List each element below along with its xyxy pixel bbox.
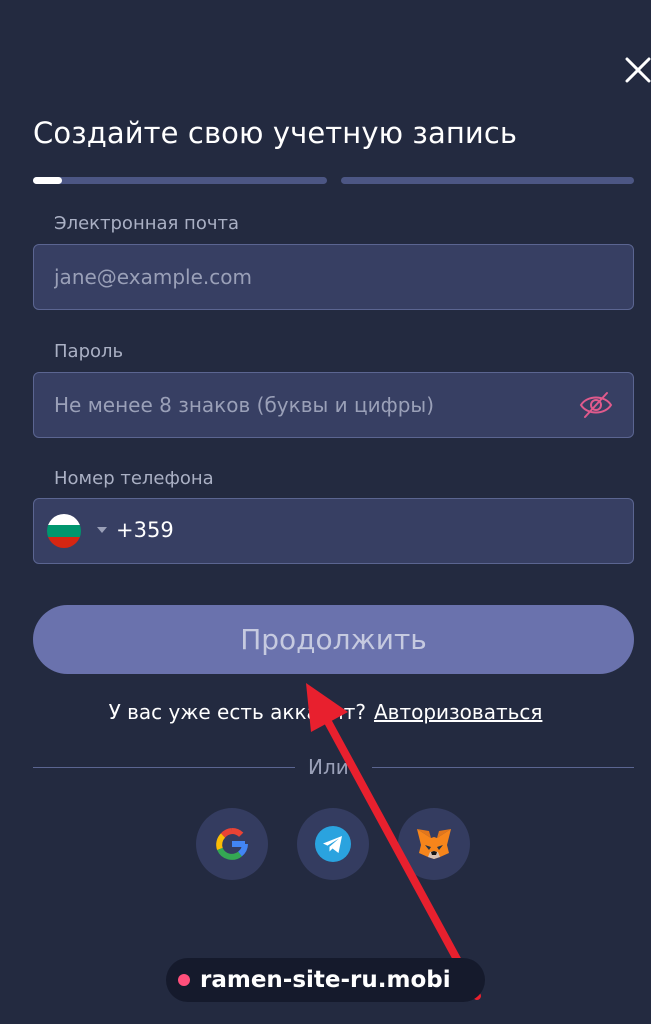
divider-left [33, 767, 295, 768]
password-field-container [33, 372, 634, 438]
progress-step-2 [341, 177, 634, 184]
or-text: Или [308, 755, 349, 779]
progress-step-1 [33, 177, 327, 184]
google-login-button[interactable] [196, 808, 268, 880]
login-prompt: У вас уже есть аккаунт? Авторизоваться [0, 700, 651, 724]
phone-label: Номер телефона [54, 468, 214, 489]
bulgaria-flag-icon[interactable] [47, 514, 81, 548]
email-field-container [33, 244, 634, 310]
close-icon[interactable] [624, 56, 651, 84]
email-label: Электронная почта [54, 213, 239, 234]
divider-right [372, 767, 634, 768]
login-link[interactable]: Авторизоваться [374, 700, 542, 724]
password-label: Пароль [54, 341, 124, 362]
telegram-icon [315, 826, 351, 862]
watermark-text: ramen-site-ru.mobi [200, 967, 451, 993]
phone-code[interactable]: +359 [116, 499, 174, 563]
progress-step-1-fill [33, 177, 63, 184]
email-field[interactable] [54, 245, 574, 309]
metamask-login-button[interactable] [398, 808, 470, 880]
chevron-down-icon[interactable] [97, 527, 107, 533]
telegram-login-button[interactable] [297, 808, 369, 880]
watermark-dot [178, 974, 190, 986]
metamask-icon [417, 829, 451, 859]
watermark: ramen-site-ru.mobi [166, 958, 485, 1002]
eye-off-icon[interactable] [579, 390, 613, 420]
phone-field[interactable]: +359 [33, 498, 634, 564]
continue-button[interactable]: Продолжить [33, 605, 634, 674]
password-field[interactable] [54, 373, 574, 437]
google-icon [216, 827, 248, 860]
login-prompt-text: У вас уже есть аккаунт? [108, 700, 366, 724]
page-title: Создайте свою учетную запись [33, 116, 518, 150]
